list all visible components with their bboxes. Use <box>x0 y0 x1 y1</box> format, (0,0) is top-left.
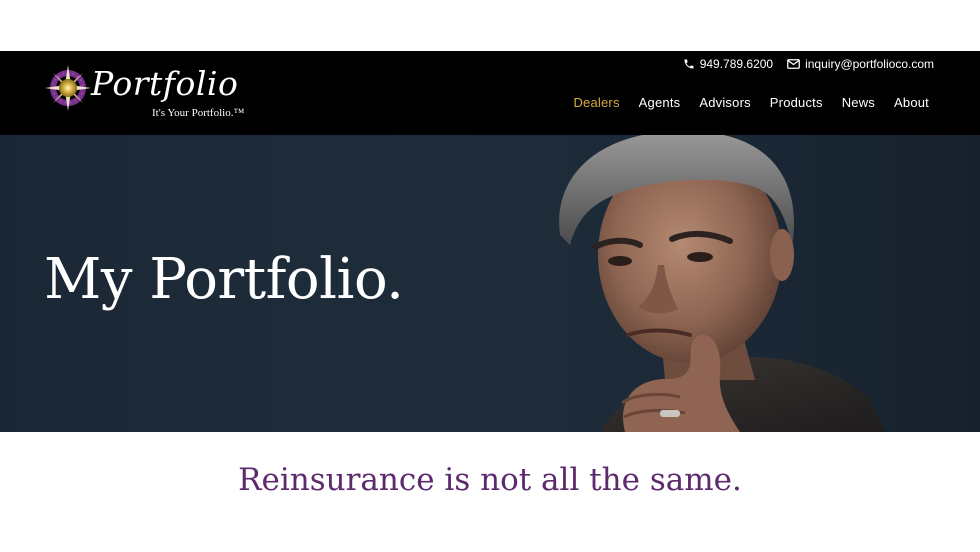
main-nav: Dealers Agents Advisors Products News Ab… <box>573 94 929 112</box>
nav-item-agents[interactable]: Agents <box>639 94 681 112</box>
phone-link[interactable]: 949.789.6200 <box>683 57 773 71</box>
nav-item-news[interactable]: News <box>842 94 875 112</box>
nav-item-advisors[interactable]: Advisors <box>699 94 750 112</box>
section-tagline: Reinsurance is not all the same. <box>238 462 742 498</box>
hero-banner: My Portfolio. <box>0 135 980 432</box>
email-address: inquiry@portfolioco.com <box>805 57 934 71</box>
nav-item-dealers[interactable]: Dealers <box>573 94 619 112</box>
compass-star-icon <box>45 65 91 111</box>
logo[interactable]: Portfolio It's Your Portfolio.™ <box>44 60 254 126</box>
site-header: Portfolio It's Your Portfolio.™ 949.789.… <box>0 51 980 135</box>
logo-wordmark: Portfolio <box>91 64 239 103</box>
hero-title: My Portfolio. <box>44 247 404 312</box>
email-link[interactable]: inquiry@portfolioco.com <box>787 57 934 71</box>
phone-icon <box>684 59 694 69</box>
phone-number: 949.789.6200 <box>699 57 774 71</box>
nav-item-products[interactable]: Products <box>770 94 823 112</box>
envelope-icon <box>787 59 800 69</box>
contact-bar: 949.789.6200 inquiry@portfolioco.com <box>683 54 934 74</box>
nav-item-about[interactable]: About <box>894 94 929 112</box>
portrait-photo <box>559 135 885 432</box>
logo-tagline: It's Your Portfolio.™ <box>152 107 245 119</box>
